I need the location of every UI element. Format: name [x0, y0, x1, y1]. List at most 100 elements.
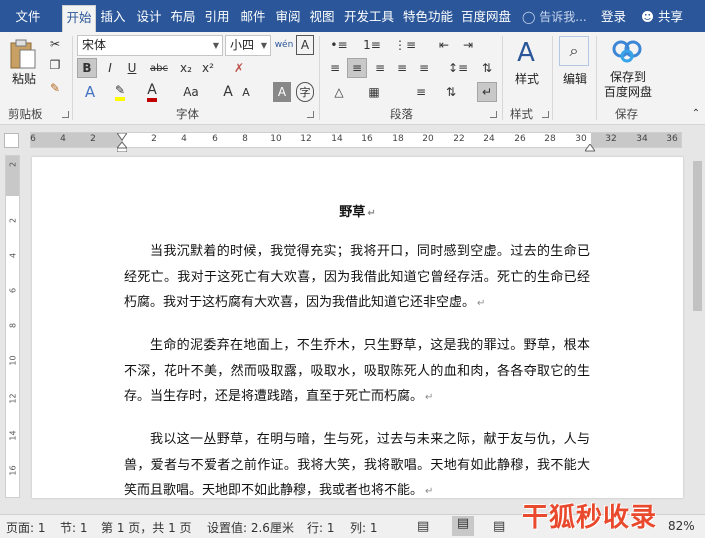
align-right-icon[interactable]: ≡ [370, 58, 390, 78]
line-spacing-icon[interactable]: ↕≡ [444, 58, 472, 78]
tab-design[interactable]: 设计 [134, 5, 164, 29]
sort-az-icon[interactable]: ⇅ [441, 82, 461, 102]
login-button[interactable]: 登录 [601, 5, 626, 29]
read-mode-icon[interactable]: ▤ [417, 519, 429, 534]
tab-layout[interactable]: 布局 [168, 5, 198, 29]
paragraph-1: 当我沉默着的时候，我觉得充实；我将开口，同时感到空虚。过去的生命已经死亡。我对于… [124, 244, 590, 310]
increase-indent-icon[interactable]: ⇥ [458, 35, 478, 55]
group-separator [552, 36, 553, 120]
bold-button[interactable]: B [77, 58, 97, 78]
ruler-tick-label: 36 [666, 134, 678, 144]
tab-view[interactable]: 视图 [307, 5, 337, 29]
horizontal-ruler[interactable]: 6 4 2 2 4 6 8 10 12 14 16 18 20 22 24 26 28 30 32 34 36 [30, 130, 682, 153]
right-indent-marker[interactable] [584, 141, 596, 152]
search-icon[interactable]: ⌕ [559, 36, 589, 66]
decrease-indent-icon[interactable]: ⇤ [434, 35, 454, 55]
shading-icon[interactable]: △ [325, 82, 353, 102]
print-layout-icon[interactable]: ▤ [452, 516, 474, 536]
cut-icon[interactable]: ✂ [45, 35, 65, 53]
tab-review[interactable]: 审阅 [273, 5, 303, 29]
ruler-tick-label: 4 [181, 134, 187, 144]
italic-button[interactable]: I [100, 58, 120, 78]
justify-icon[interactable]: ≡ [392, 58, 412, 78]
paragraph-launcher-icon[interactable] [490, 111, 497, 118]
tab-file[interactable]: 文件 [8, 5, 48, 29]
tab-home[interactable]: 开始 [62, 5, 96, 32]
grow-font-button[interactable]: A [220, 82, 236, 102]
clipboard-launcher-icon[interactable] [62, 111, 69, 118]
web-layout-icon[interactable]: ▤ [493, 519, 505, 534]
char-border-icon[interactable]: A [296, 35, 314, 55]
hanging-indent-marker[interactable] [115, 141, 129, 153]
text-effect-icon[interactable]: A [79, 82, 101, 102]
superscript-button[interactable]: x² [198, 58, 218, 78]
group-separator [72, 36, 73, 120]
tab-baidu[interactable]: 百度网盘 [459, 5, 513, 29]
zoom-level[interactable]: 82% [668, 519, 695, 533]
ruler-tick-label: 32 [605, 134, 617, 144]
strikethrough-button[interactable]: abc [146, 58, 172, 78]
tab-selector[interactable] [4, 133, 19, 148]
font-launcher-icon[interactable] [307, 111, 314, 118]
clear-format-icon[interactable]: ✗ [228, 58, 250, 78]
tab-references[interactable]: 引用 [202, 5, 232, 29]
enclose-char-icon[interactable]: 字 [296, 82, 314, 102]
styles-icon[interactable]: A [509, 36, 543, 70]
vertical-scrollbar[interactable] [690, 155, 705, 498]
show-marks-icon[interactable]: ↵ [477, 82, 497, 102]
document-page[interactable]: 野草 ↵ 当我沉默着的时候，我觉得充实；我将开口，同时感到空虚。过去的生命已经死亡… [32, 157, 683, 498]
subscript-button[interactable]: x₂ [176, 58, 196, 78]
borders-icon[interactable]: ▦ [360, 82, 388, 102]
status-pages[interactable]: 第 1 页，共 1 页 [101, 519, 192, 536]
highlight-icon[interactable]: ✎ [108, 82, 132, 102]
distributed-icon[interactable]: ≡ [414, 58, 434, 78]
align-left-icon[interactable]: ≡ [325, 58, 345, 78]
tell-me-search[interactable]: ◯ 告诉我... [522, 5, 587, 29]
chinese-layout-icon[interactable]: ≡ [407, 82, 435, 102]
tab-features[interactable]: 特色功能 [401, 5, 455, 29]
status-line[interactable]: 行: 1 [307, 519, 335, 536]
cloud-icon[interactable] [610, 36, 644, 66]
share-button[interactable]: ☻ 共享 [641, 5, 683, 29]
ruler-tick-label: 10 [8, 355, 18, 366]
change-case-button[interactable]: Aa [178, 82, 204, 102]
tab-developer[interactable]: 开发工具 [342, 5, 396, 29]
paste-button[interactable] [6, 36, 40, 72]
font-name-combo[interactable]: 宋体 ▼ [77, 35, 223, 56]
underline-button[interactable]: U [122, 58, 142, 78]
tab-insert[interactable]: 插入 [98, 5, 128, 29]
styles-launcher-icon[interactable] [542, 111, 549, 118]
ruler-tick-label: 6 [8, 287, 18, 294]
scrollbar-thumb[interactable] [693, 161, 702, 311]
collapse-ribbon-icon[interactable]: ⌃ [690, 106, 702, 120]
ruler-tick-label: 18 [392, 134, 404, 144]
font-color-icon[interactable]: A [140, 82, 164, 102]
clipboard-icon [10, 39, 36, 69]
tab-mailings[interactable]: 邮件 [238, 5, 268, 29]
first-line-indent-marker[interactable] [116, 130, 128, 141]
numbering-icon[interactable]: 1≡ [358, 35, 386, 55]
status-position[interactable]: 设置值: 2.6厘米 [207, 519, 294, 536]
vertical-ruler[interactable]: 2 2 4 6 8 10 12 14 16 [5, 155, 20, 498]
align-center-icon[interactable]: ≡ [347, 58, 367, 78]
bullets-icon[interactable]: •≡ [325, 35, 353, 55]
status-page[interactable]: 页面: 1 [6, 519, 46, 536]
paragraph-mark: ↵ [425, 486, 434, 497]
ruler-tick-label: 4 [60, 134, 66, 144]
ruler-tick-label: 16 [8, 465, 18, 476]
group-separator [596, 36, 597, 120]
group-save-label: 保存 [615, 107, 638, 121]
ruler-area: 6 4 2 2 4 6 8 10 12 14 16 18 20 22 24 26 28 30 32 34 36 [0, 125, 705, 154]
multilevel-list-icon[interactable]: ⋮≡ [391, 35, 419, 55]
chevron-down-icon: ▼ [212, 41, 219, 50]
font-size-combo[interactable]: 小四 ▼ [225, 35, 271, 56]
shrink-font-button[interactable]: A [238, 82, 254, 102]
format-painter-icon[interactable]: ✎ [45, 79, 65, 97]
char-shading-icon[interactable]: A [273, 82, 291, 102]
phonetic-guide-icon[interactable]: wén [274, 35, 294, 55]
copy-icon[interactable]: ❐ [45, 56, 65, 74]
sort-icon[interactable]: ⇅ [477, 58, 497, 78]
status-section[interactable]: 节: 1 [60, 519, 88, 536]
ruler-tick-label: 34 [636, 134, 648, 144]
status-column[interactable]: 列: 1 [350, 519, 378, 536]
